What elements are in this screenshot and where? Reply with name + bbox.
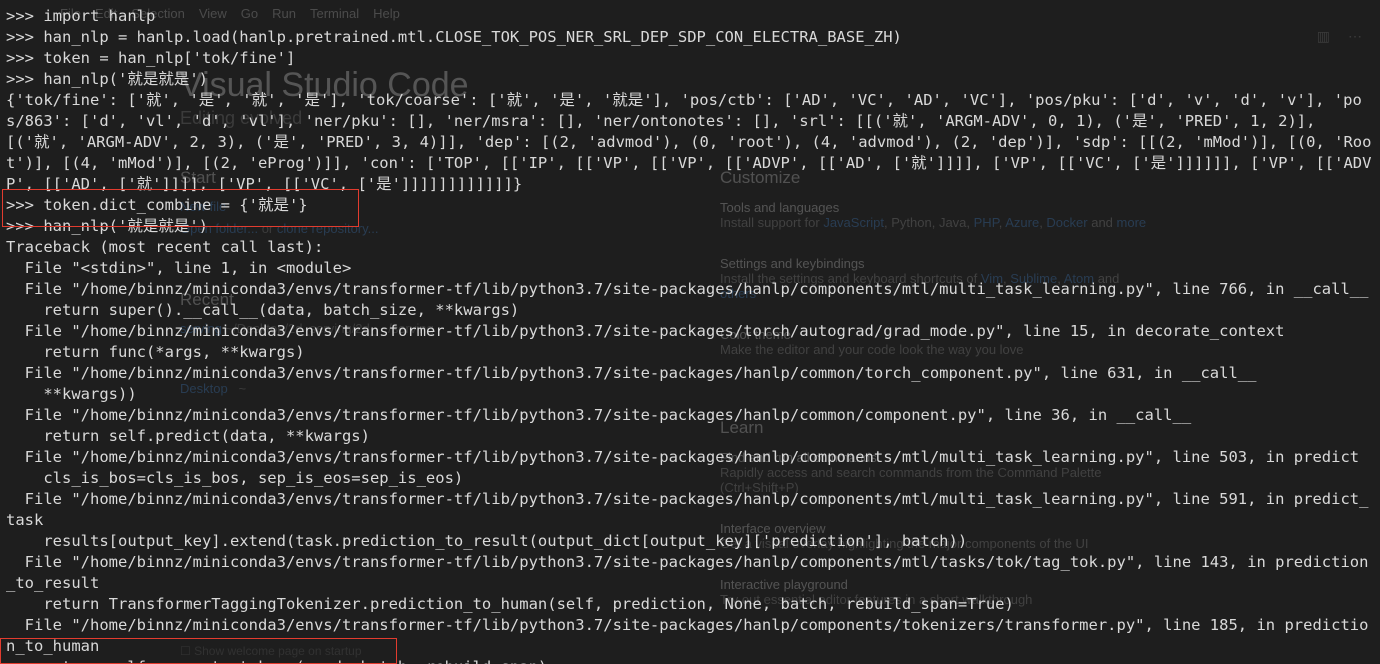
terminal-line: File "/home/binnz/miniconda3/envs/transf… bbox=[6, 279, 1372, 300]
terminal-line: >>> token.dict_combine = {'就是'} bbox=[6, 195, 1372, 216]
terminal-line: return func(*args, **kwargs) bbox=[6, 342, 1372, 363]
terminal-line: File "/home/binnz/miniconda3/envs/transf… bbox=[6, 447, 1372, 468]
terminal-line: return TransformerTaggingTokenizer.predi… bbox=[6, 594, 1372, 615]
terminal-line: Traceback (most recent call last): bbox=[6, 237, 1372, 258]
terminal-line: results[output_key].extend(task.predicti… bbox=[6, 531, 1372, 552]
terminal-line: File "/home/binnz/miniconda3/envs/transf… bbox=[6, 552, 1372, 594]
terminal-line: >>> han_nlp = hanlp.load(hanlp.pretraine… bbox=[6, 27, 1372, 48]
terminal-line: File "/home/binnz/miniconda3/envs/transf… bbox=[6, 405, 1372, 426]
terminal-line: File "/home/binnz/miniconda3/envs/transf… bbox=[6, 363, 1372, 384]
terminal-line: return self.spans_to_tokens(pred, batch,… bbox=[6, 657, 1372, 664]
terminal-line: {'tok/fine': ['就', '是', '就', '是'], 'tok/… bbox=[6, 90, 1372, 195]
terminal-line: return self.predict(data, **kwargs) bbox=[6, 426, 1372, 447]
terminal-output[interactable]: >>> import hanlp>>> han_nlp = hanlp.load… bbox=[0, 0, 1380, 664]
terminal-line: >>> han_nlp('就是就是') bbox=[6, 216, 1372, 237]
terminal-line: File "/home/binnz/miniconda3/envs/transf… bbox=[6, 615, 1372, 657]
terminal-line: return super().__call__(data, batch_size… bbox=[6, 300, 1372, 321]
terminal-line: >>> han_nlp('就是就是') bbox=[6, 69, 1372, 90]
terminal-line: File "/home/binnz/miniconda3/envs/transf… bbox=[6, 489, 1372, 531]
terminal-line: **kwargs)) bbox=[6, 384, 1372, 405]
terminal-line: cls_is_bos=cls_is_bos, sep_is_eos=sep_is… bbox=[6, 468, 1372, 489]
terminal-line: File "<stdin>", line 1, in <module> bbox=[6, 258, 1372, 279]
terminal-line: File "/home/binnz/miniconda3/envs/transf… bbox=[6, 321, 1372, 342]
terminal-line: >>> token = han_nlp['tok/fine'] bbox=[6, 48, 1372, 69]
terminal-line: >>> import hanlp bbox=[6, 6, 1372, 27]
